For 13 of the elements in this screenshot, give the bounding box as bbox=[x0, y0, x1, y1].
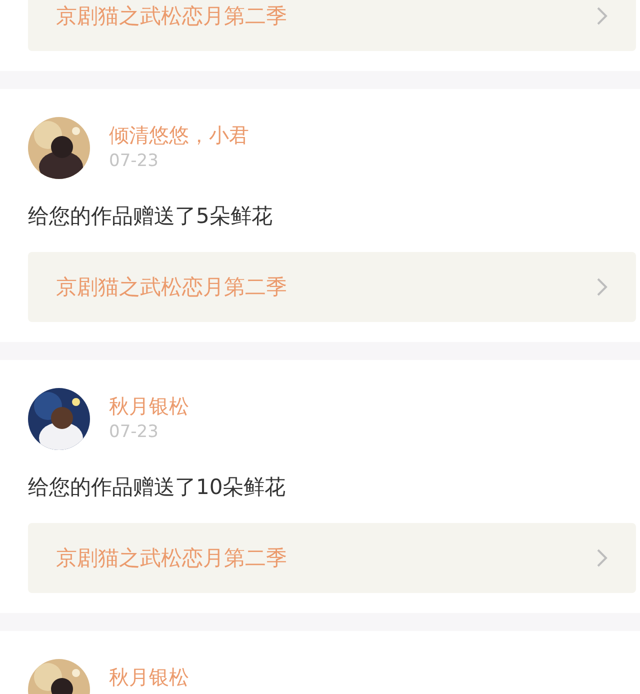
user-name[interactable]: 倾清悠悠，小君 bbox=[109, 121, 249, 149]
date: 07-23 bbox=[109, 150, 160, 173]
work-link[interactable]: 京剧猫之武松恋月第二季 bbox=[28, 252, 636, 322]
chevron-right-icon bbox=[596, 548, 608, 568]
message: 给您的作品赠送了5朵鲜花 bbox=[28, 203, 274, 230]
work-link[interactable]: 京剧猫之武松恋月第二季 bbox=[28, 0, 636, 51]
chevron-right-icon bbox=[596, 277, 608, 297]
message: 给您的作品赠送了10朵鲜花 bbox=[28, 474, 287, 501]
chevron-right-icon bbox=[596, 6, 608, 26]
user-name[interactable]: 秋月银松 bbox=[109, 663, 189, 691]
user-name[interactable]: 秋月银松 bbox=[109, 392, 189, 420]
work-link[interactable]: 京剧猫之武松恋月第二季 bbox=[28, 523, 636, 593]
date: 07-23 bbox=[109, 421, 160, 444]
